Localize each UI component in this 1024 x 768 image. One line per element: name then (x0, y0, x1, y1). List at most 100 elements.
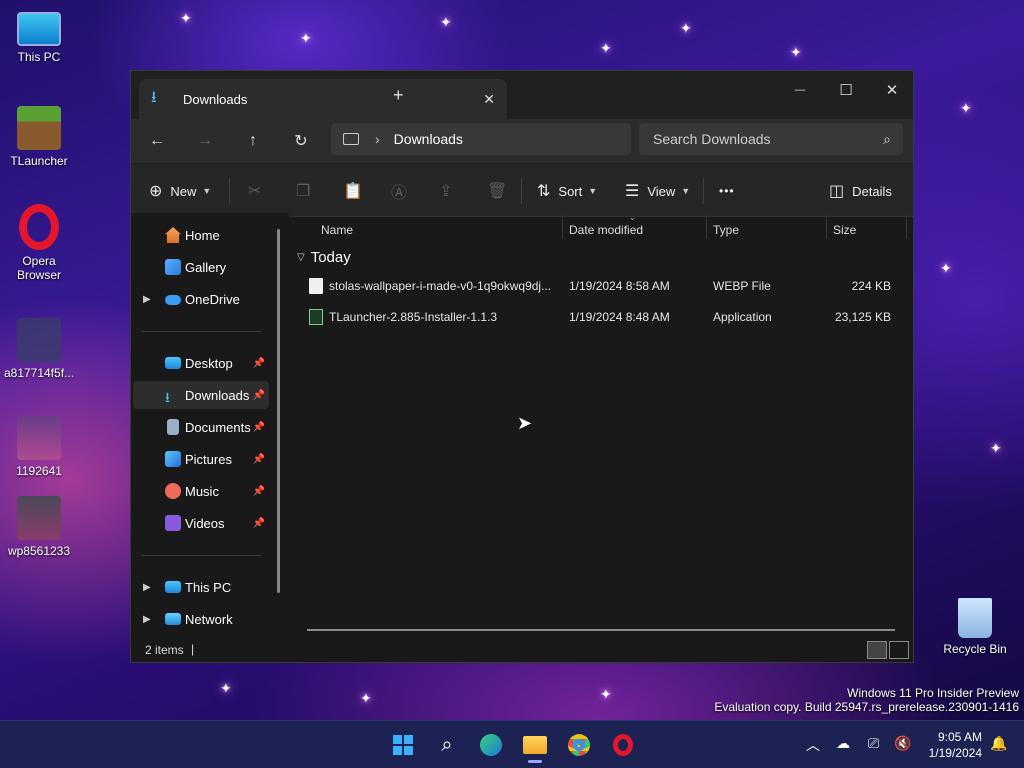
breadcrumb-segment[interactable]: Downloads (394, 131, 463, 147)
wallpaper-star: ✦ (960, 100, 972, 116)
command-bar: ⊕ New ▼ ✂ ❐ 📋 Ⓐ ⇪ 🗑 ⇅ Sort ▼ ☰ View ▼ ••… (131, 163, 913, 217)
wallpaper-star: ✦ (680, 20, 692, 36)
desktop-icon-image-file[interactable]: wp8561233 (1, 496, 77, 558)
start-button[interactable] (386, 729, 420, 761)
cut-button[interactable]: ✂ (248, 176, 261, 206)
file-row[interactable]: stolas-wallpaper-i-made-v0-1q9okwq9dj...… (301, 271, 905, 301)
horizontal-scrollbar[interactable] (307, 629, 895, 631)
sidebar-item-network[interactable]: ▶ Network (133, 605, 269, 633)
sidebar-item-downloads[interactable]: ⭳ Downloads 📌 (133, 381, 269, 409)
sidebar-divider (141, 331, 261, 332)
search-icon: ⌕ (441, 733, 453, 756)
file-row[interactable]: TLauncher-2.885-Installer-1.1.3 1/19/202… (301, 302, 905, 332)
new-button[interactable]: ⊕ New ▼ (149, 176, 211, 206)
sort-icon: ⇅ (537, 183, 551, 200)
column-header-date[interactable]: Date modified (569, 223, 643, 237)
sidebar-item-pictures[interactable]: Pictures 📌 (133, 445, 269, 473)
taskbar-edge-preview[interactable] (474, 729, 508, 761)
sidebar-item-desktop[interactable]: Desktop 📌 (133, 349, 269, 377)
download-icon: ⭳ (165, 389, 170, 405)
column-divider[interactable] (562, 215, 563, 239)
file-type: WEBP File (713, 279, 771, 293)
group-label: Today (310, 249, 351, 266)
sort-indicator-icon: ⌄ (629, 213, 636, 222)
show-hidden-icons-button[interactable]: ︿ (806, 735, 820, 755)
column-divider[interactable] (706, 215, 707, 239)
taskbar-chrome[interactable] (562, 729, 596, 761)
download-icon: ⭳ (151, 88, 157, 106)
clock-time: 9:05 AM (937, 730, 982, 744)
chevron-right-icon[interactable]: ▶ (143, 582, 151, 593)
sidebar-scrollbar[interactable] (277, 229, 280, 593)
group-header-today[interactable]: ▽ Today (297, 249, 351, 266)
desktop-icon-recycle-bin[interactable]: Recycle Bin (937, 598, 1013, 656)
new-label: New (170, 183, 197, 199)
chevron-down-icon: ▼ (681, 186, 691, 196)
large-icons-view-toggle[interactable] (889, 641, 909, 659)
close-window-button[interactable]: ✕ (869, 75, 915, 105)
paste-button[interactable]: 📋 (343, 176, 363, 206)
chevron-right-icon: › (375, 131, 380, 147)
document-icon (167, 419, 179, 435)
desktop-icon-opera[interactable]: Opera Browser (1, 204, 77, 282)
clipboard-icon: 📋 (343, 183, 363, 200)
taskbar-opera[interactable] (606, 729, 640, 761)
sidebar-item-home[interactable]: Home (133, 221, 269, 249)
column-header-name[interactable]: Name (321, 223, 353, 237)
taskbar-file-explorer[interactable] (518, 729, 552, 763)
tlauncher-app-icon (309, 309, 323, 325)
sidebar-item-onedrive[interactable]: ▶ OneDrive (133, 285, 269, 313)
minimize-button[interactable]: — (777, 75, 823, 105)
toolbar-divider (229, 178, 230, 204)
pin-icon: 📌 (252, 389, 265, 401)
details-view-toggle[interactable] (867, 641, 887, 659)
chevron-right-icon[interactable]: ▶ (143, 614, 151, 625)
forward-button[interactable]: → (189, 125, 221, 157)
share-button[interactable]: ⇪ (439, 176, 452, 206)
maximize-button[interactable]: ☐ (823, 75, 869, 105)
monitor-icon (343, 133, 359, 145)
desktop-icon-tlauncher[interactable]: TLauncher (1, 106, 77, 168)
sidebar-item-this-pc[interactable]: ▶ This PC (133, 573, 269, 601)
file-date: 1/19/2024 8:58 AM (569, 279, 670, 293)
close-tab-button[interactable]: ✕ (483, 91, 495, 108)
toolbar-divider (703, 178, 704, 204)
network-tray-icon[interactable]: ⎚ (868, 735, 879, 752)
sidebar-divider (141, 555, 261, 556)
column-header-size[interactable]: Size (833, 223, 856, 237)
title-bar: ⭳ Downloads ✕ + — ☐ ✕ (131, 71, 913, 119)
notification-bell-icon[interactable]: 🔔 (990, 735, 1007, 752)
file-date: 1/19/2024 8:48 AM (569, 310, 670, 324)
new-tab-button[interactable]: + (393, 85, 404, 106)
column-divider[interactable] (906, 215, 907, 239)
desktop-icon-image-file[interactable]: a817714f5f... (1, 318, 77, 380)
rename-button[interactable]: Ⓐ (391, 176, 407, 206)
breadcrumb[interactable]: › Downloads (331, 123, 631, 155)
tab-downloads[interactable]: ⭳ Downloads ✕ (139, 79, 507, 119)
sidebar-item-videos[interactable]: Videos 📌 (133, 509, 269, 537)
more-options-button[interactable]: ••• (719, 176, 735, 206)
volume-muted-icon[interactable]: 🔇 (894, 735, 911, 752)
copy-button[interactable]: ❐ (296, 176, 310, 206)
desktop-icon-image-file[interactable]: 1192641 (1, 416, 77, 478)
details-pane-button[interactable]: ◫ Details (829, 176, 892, 206)
chevron-right-icon[interactable]: ▶ (143, 294, 151, 305)
delete-button[interactable]: 🗑 (487, 176, 507, 206)
desktop-icon-label: 1192641 (16, 464, 62, 478)
sort-button[interactable]: ⇅ Sort ▼ (537, 176, 597, 206)
onedrive-tray-icon[interactable]: ☁ (836, 735, 850, 752)
sidebar-item-music[interactable]: Music 📌 (133, 477, 269, 505)
search-input[interactable]: Search Downloads ⌕ (639, 123, 903, 155)
column-divider[interactable] (826, 215, 827, 239)
view-button[interactable]: ☰ View ▼ (625, 176, 690, 206)
column-header-type[interactable]: Type (713, 223, 739, 237)
desktop-icon-this-pc[interactable]: This PC (1, 12, 77, 64)
up-button[interactable]: ↑ (237, 125, 269, 157)
sidebar-item-gallery[interactable]: Gallery (133, 253, 269, 281)
wallpaper-star: ✦ (300, 30, 312, 46)
refresh-button[interactable]: ↻ (285, 125, 317, 157)
search-button[interactable]: ⌕ (430, 729, 464, 761)
sidebar-item-documents[interactable]: Documents 📌 (133, 413, 269, 441)
back-button[interactable]: ← (141, 125, 173, 157)
clock[interactable]: 9:05 AM 1/19/2024 (929, 729, 982, 761)
